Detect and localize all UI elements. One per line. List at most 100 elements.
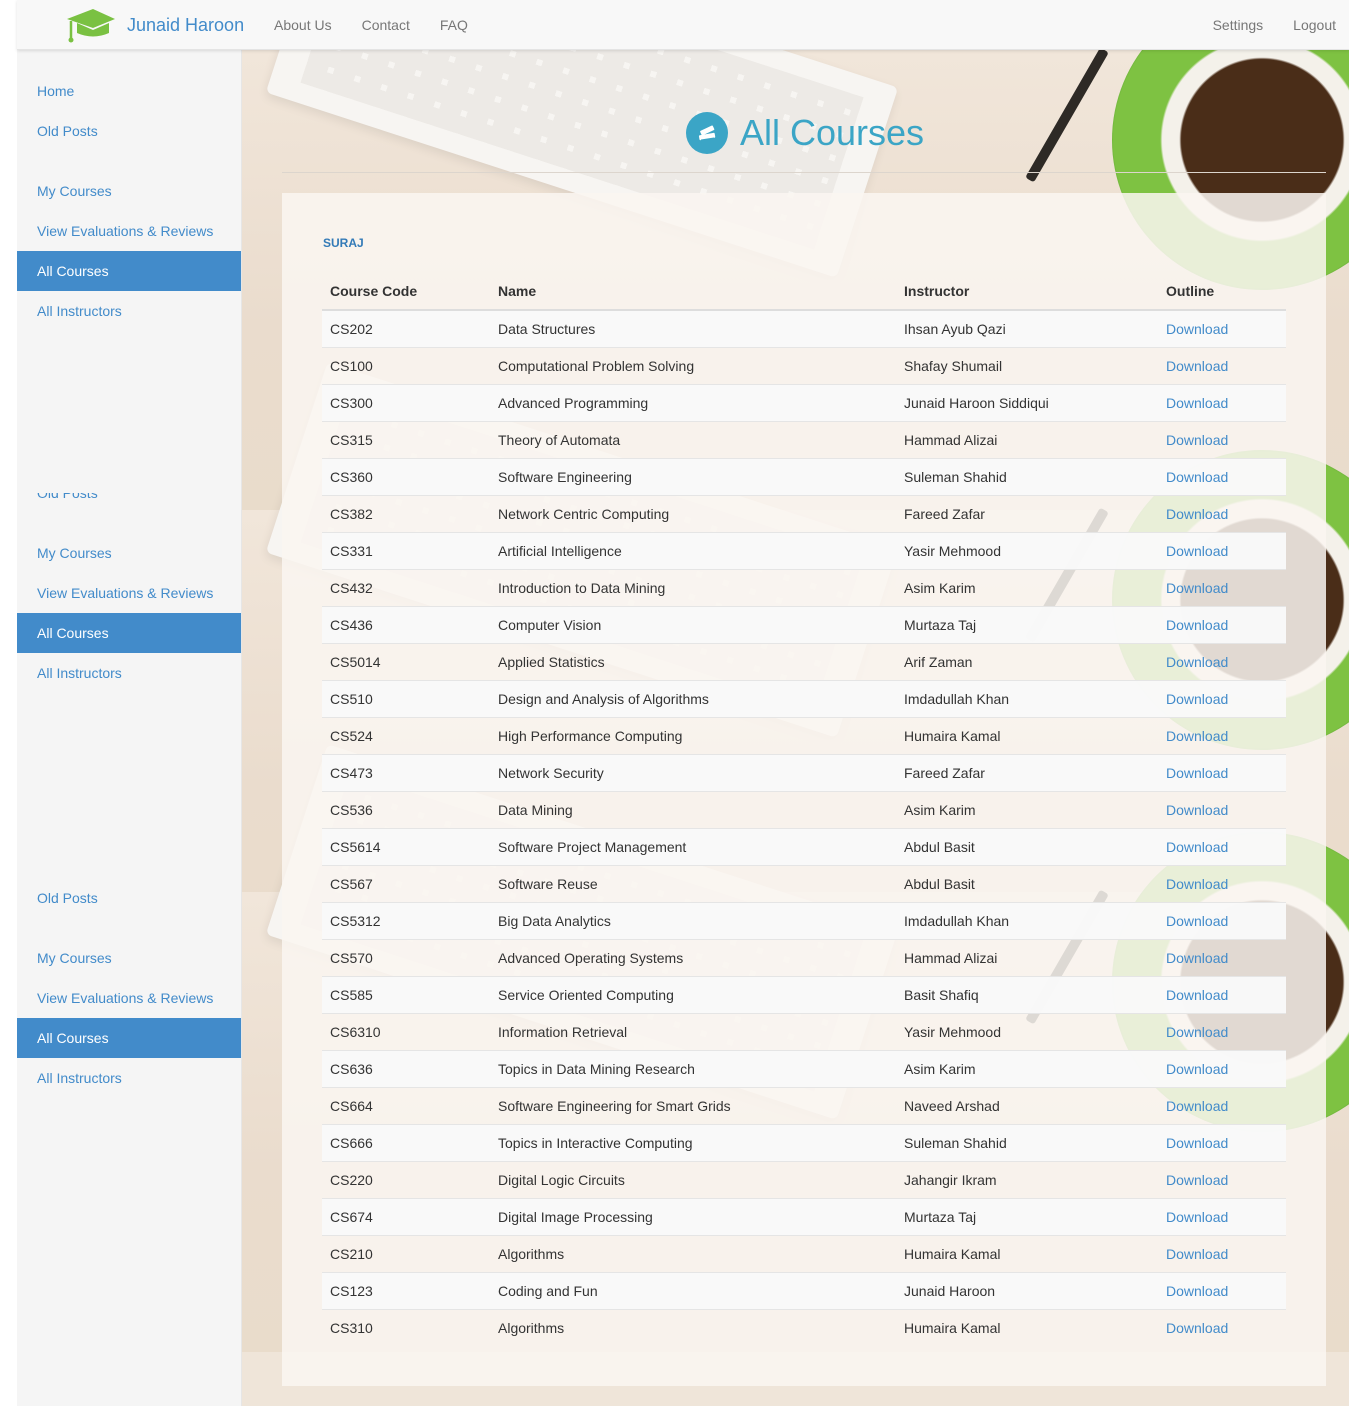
course-name-cell: Computer Vision	[490, 605, 896, 643]
download-outline-link[interactable]: Download	[1166, 617, 1228, 633]
table-row: CS436 Computer Vision Murtaza Taj Download	[322, 605, 1286, 643]
nav-contact[interactable]: Contact	[362, 17, 410, 33]
table-row: CS315 Theory of Automata Hammad Alizai Down…	[322, 420, 1286, 458]
course-code-cell: CS5014	[322, 642, 490, 680]
section-label: SURAJ	[323, 236, 364, 250]
download-outline-link[interactable]: Download	[1166, 1098, 1228, 1114]
sidebar-item-all-courses[interactable]: All Courses	[17, 613, 241, 653]
sidebar-item-evaluations[interactable]: View Evaluations & Reviews	[17, 211, 241, 251]
download-outline-link[interactable]: Download	[1166, 1135, 1228, 1151]
table-row: CS664 Software Engineering for Smart Grid…	[322, 1086, 1286, 1124]
course-code-cell: CS210	[322, 1234, 490, 1272]
sidebar-item-home[interactable]: Home	[17, 71, 241, 111]
course-name-cell: Computational Problem Solving	[490, 346, 896, 384]
nav-about-us[interactable]: About Us	[274, 17, 332, 33]
course-name-cell: Applied Statistics	[490, 642, 896, 680]
download-outline-link[interactable]: Download	[1166, 469, 1228, 485]
download-outline-link[interactable]: Download	[1166, 802, 1228, 818]
outline-cell: Download	[1158, 1271, 1286, 1309]
column-header-instructor: Instructor	[896, 272, 1158, 311]
course-name-cell: Data Structures	[490, 309, 896, 347]
course-code-cell: CS432	[322, 568, 490, 606]
courses-table: Course Code Name Instructor Outline CS20…	[322, 272, 1286, 1346]
course-name-cell: Coding and Fun	[490, 1271, 896, 1309]
sidebar-item-old-posts[interactable]: Old Posts	[17, 878, 241, 918]
graduation-cap-icon	[67, 9, 115, 43]
outline-cell: Download	[1158, 457, 1286, 495]
course-code-cell: CS567	[322, 864, 490, 902]
books-icon	[686, 112, 728, 154]
download-outline-link[interactable]: Download	[1166, 654, 1228, 670]
table-row: CS567 Software Reuse Abdul Basit Download	[322, 864, 1286, 902]
sidebar-item-all-courses[interactable]: All Courses	[17, 251, 241, 291]
table-row: CS382 Network Centric Computing Fareed Zaf…	[322, 494, 1286, 532]
table-body: CS202 Data Structures Ihsan Ayub Qazi Downl…	[322, 309, 1286, 1346]
course-name-cell: Design and Analysis of Algorithms	[490, 679, 896, 717]
brand[interactable]: Junaid Haroon	[65, 6, 244, 44]
course-name-cell: Topics in Data Mining Research	[490, 1049, 896, 1087]
outline-cell: Download	[1158, 1086, 1286, 1124]
sidebar-item-all-instructors[interactable]: All Instructors	[17, 1058, 241, 1098]
course-name-cell: Topics in Interactive Computing	[490, 1123, 896, 1161]
sidebar-item-my-courses[interactable]: My Courses	[17, 171, 241, 211]
download-outline-link[interactable]: Download	[1166, 876, 1228, 892]
course-name-cell: Theory of Automata	[490, 420, 896, 458]
table-row: CS636 Topics in Data Mining Research Asim …	[322, 1049, 1286, 1087]
sidebar-item-all-instructors[interactable]: All Instructors	[17, 291, 241, 331]
course-name-cell: Information Retrieval	[490, 1012, 896, 1050]
download-outline-link[interactable]: Download	[1166, 580, 1228, 596]
brand-name: Junaid Haroon	[127, 14, 245, 35]
download-outline-link[interactable]: Download	[1166, 691, 1228, 707]
download-outline-link[interactable]: Download	[1166, 358, 1228, 374]
download-outline-link[interactable]: Download	[1166, 765, 1228, 781]
outline-cell: Download	[1158, 420, 1286, 458]
nav-faq[interactable]: FAQ	[440, 17, 468, 33]
download-outline-link[interactable]: Download	[1166, 1209, 1228, 1225]
sidebar-item-my-courses[interactable]: My Courses	[17, 533, 241, 573]
table-header-row: Course Code Name Instructor Outline	[322, 272, 1286, 311]
download-outline-link[interactable]: Download	[1166, 543, 1228, 559]
nav-logout[interactable]: Logout	[1293, 17, 1336, 33]
table-row: CS202 Data Structures Ihsan Ayub Qazi Downl…	[322, 309, 1286, 347]
download-outline-link[interactable]: Download	[1166, 728, 1228, 744]
course-name-cell: Introduction to Data Mining	[490, 568, 896, 606]
download-outline-link[interactable]: Download	[1166, 432, 1228, 448]
download-outline-link[interactable]: Download	[1166, 1061, 1228, 1077]
outline-cell: Download	[1158, 605, 1286, 643]
instructor-cell: Arif Zaman	[896, 642, 1158, 680]
download-outline-link[interactable]: Download	[1166, 950, 1228, 966]
download-outline-link[interactable]: Download	[1166, 1172, 1228, 1188]
sidebar-item-evaluations[interactable]: View Evaluations & Reviews	[17, 978, 241, 1018]
table-row: CS585 Service Oriented Computing Basit Sha…	[322, 975, 1286, 1013]
download-outline-link[interactable]: Download	[1166, 321, 1228, 337]
sidebar-divider	[17, 513, 241, 533]
course-name-cell: Advanced Programming	[490, 383, 896, 421]
download-outline-link[interactable]: Download	[1166, 1320, 1228, 1336]
instructor-cell: Yasir Mehmood	[896, 1012, 1158, 1050]
nav-settings[interactable]: Settings	[1213, 17, 1264, 33]
outline-cell: Download	[1158, 1160, 1286, 1198]
sidebar-item-old-posts[interactable]: Old Posts	[17, 493, 241, 513]
user-nav: Settings Logout	[1183, 0, 1336, 50]
table-row: CS331 Artificial Intelligence Yasir Mehmoo…	[322, 531, 1286, 569]
sidebar-item-evaluations[interactable]: View Evaluations & Reviews	[17, 573, 241, 613]
instructor-cell: Jahangir Ikram	[896, 1160, 1158, 1198]
download-outline-link[interactable]: Download	[1166, 913, 1228, 929]
instructor-cell: Hammad Alizai	[896, 420, 1158, 458]
download-outline-link[interactable]: Download	[1166, 1024, 1228, 1040]
download-outline-link[interactable]: Download	[1166, 506, 1228, 522]
outline-cell: Download	[1158, 790, 1286, 828]
download-outline-link[interactable]: Download	[1166, 1246, 1228, 1262]
column-header-name: Name	[490, 272, 896, 311]
sidebar-item-all-instructors[interactable]: All Instructors	[17, 653, 241, 693]
download-outline-link[interactable]: Download	[1166, 987, 1228, 1003]
outline-cell: Download	[1158, 1123, 1286, 1161]
course-code-cell: CS473	[322, 753, 490, 791]
download-outline-link[interactable]: Download	[1166, 1283, 1228, 1299]
sidebar-item-old-posts[interactable]: Old Posts	[17, 111, 241, 151]
sidebar-item-all-courses[interactable]: All Courses	[17, 1018, 241, 1058]
download-outline-link[interactable]: Download	[1166, 395, 1228, 411]
sidebar-item-my-courses[interactable]: My Courses	[17, 938, 241, 978]
download-outline-link[interactable]: Download	[1166, 839, 1228, 855]
instructor-cell: Shafay Shumail	[896, 346, 1158, 384]
